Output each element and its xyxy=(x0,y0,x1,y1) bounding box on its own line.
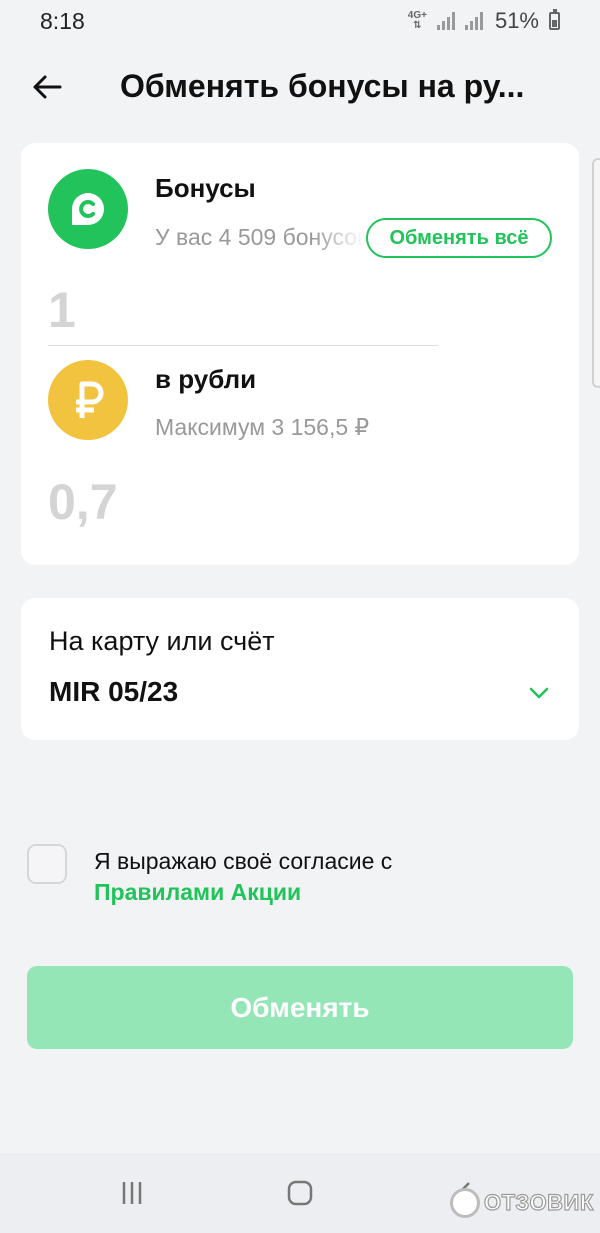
amount-divider xyxy=(48,345,438,346)
app-header: Обменять бонусы на ру... xyxy=(0,52,600,122)
network-type-icon: 4G+ ⇅ xyxy=(408,11,427,31)
data-arrows-icon: ⇅ xyxy=(413,20,422,31)
chevron-down-icon xyxy=(529,687,549,699)
consent-label: Я выражаю своё согласие с xyxy=(94,848,393,874)
bonus-c-icon xyxy=(48,169,128,249)
watermark-logo-icon xyxy=(450,1188,480,1218)
status-icons: 4G+ ⇅ 51% xyxy=(408,8,560,34)
status-time: 8:18 xyxy=(40,7,85,34)
consent-text: Я выражаю своё согласие с Правилами Акци… xyxy=(94,846,392,908)
signal-icon xyxy=(436,12,455,30)
arrow-left-icon xyxy=(33,75,62,99)
ruble-title: в рубли xyxy=(155,364,257,394)
home-button[interactable] xyxy=(280,1178,320,1208)
account-select[interactable]: На карту или счёт MIR 05/23 xyxy=(21,598,579,740)
bonus-amount-input[interactable] xyxy=(48,281,428,339)
account-value: MIR 05/23 xyxy=(49,676,179,707)
bonus-title: Бонусы xyxy=(155,173,256,203)
recents-button[interactable] xyxy=(112,1178,152,1208)
watermark-text: ОТЗОВИК xyxy=(483,1189,594,1215)
signal-icon-2 xyxy=(464,12,483,30)
exchange-card: Бонусы У вас 4 509 бонусов Обменять всё … xyxy=(21,143,579,565)
side-panel-handle[interactable] xyxy=(592,158,600,388)
back-button[interactable] xyxy=(28,68,66,106)
account-label: На карту или счёт xyxy=(49,626,275,656)
ruble-maximum: Максимум 3 156,5 ₽ xyxy=(155,414,370,440)
battery-percent: 51% xyxy=(494,8,539,33)
home-icon xyxy=(287,1180,313,1206)
rules-link[interactable]: Правилами Акции xyxy=(94,879,301,905)
bonus-logo-icon xyxy=(72,193,104,225)
consent-checkbox[interactable] xyxy=(27,844,67,884)
ruble-icon xyxy=(48,360,128,440)
exchange-button[interactable]: Обменять xyxy=(27,966,573,1049)
page-title: Обменять бонусы на ру... xyxy=(120,68,525,104)
bonus-balance: У вас 4 509 бонусов xyxy=(155,224,365,250)
watermark: ОТЗОВИК xyxy=(450,1188,594,1218)
ruble-amount-input[interactable] xyxy=(48,473,428,531)
ruble-sign-icon xyxy=(76,381,104,418)
exchange-all-button[interactable]: Обменять всё xyxy=(366,218,552,258)
recents-icon xyxy=(122,1182,142,1204)
status-bar: 8:18 4G+ ⇅ 51% xyxy=(0,0,600,42)
battery-icon xyxy=(549,9,560,30)
